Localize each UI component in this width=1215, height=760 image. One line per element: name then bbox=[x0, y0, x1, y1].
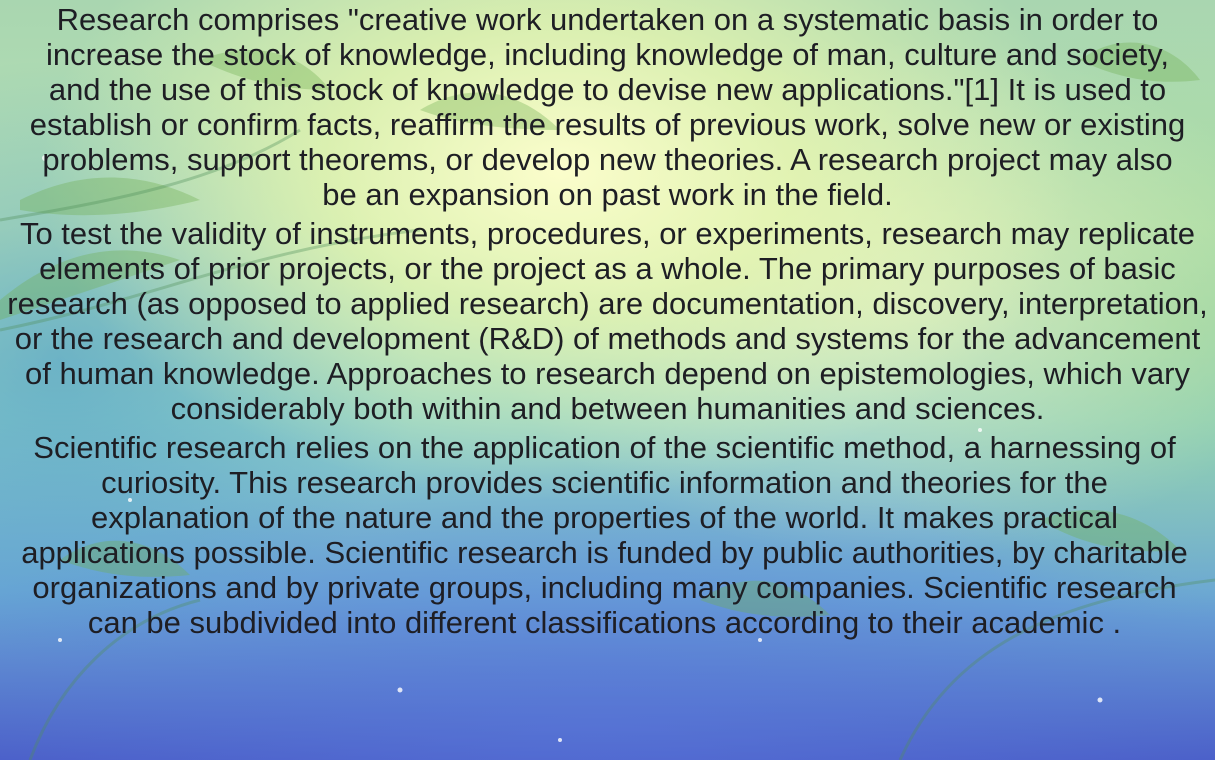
paragraph-research-definition: Research comprises "creative work undert… bbox=[29, 2, 1186, 212]
paragraph-research-purposes: To test the validity of instruments, pro… bbox=[7, 216, 1208, 426]
paragraph-scientific-research: Scientific research relies on the applic… bbox=[21, 430, 1188, 640]
document-body: Research comprises "creative work undert… bbox=[0, 0, 1215, 640]
